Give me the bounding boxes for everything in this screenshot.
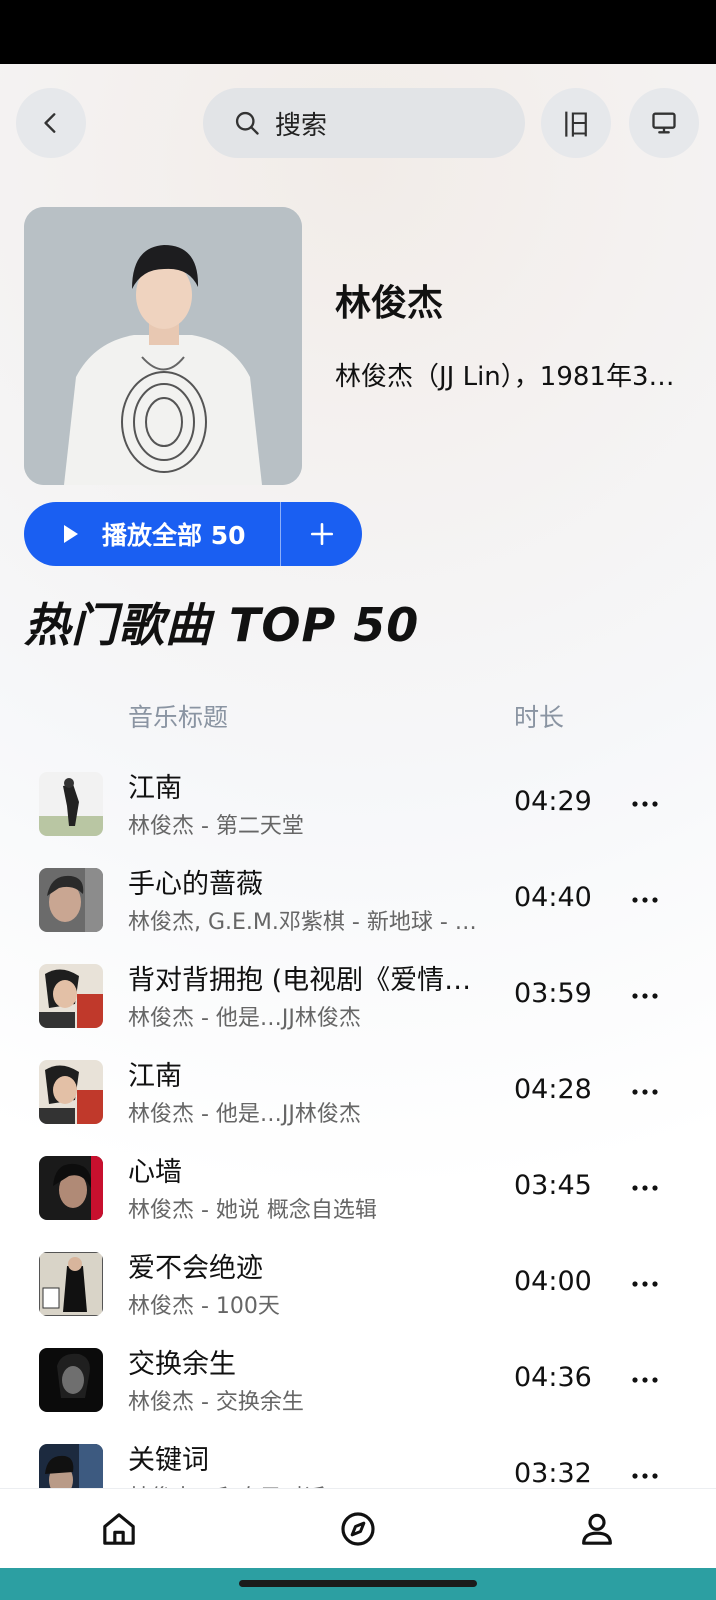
display-mode-button[interactable]	[629, 88, 699, 158]
section-title: 热门歌曲 TOP 50	[24, 598, 420, 652]
song-more-button[interactable]	[628, 1072, 662, 1112]
song-more-button[interactable]	[628, 1456, 662, 1488]
monitor-icon	[652, 112, 676, 134]
song-row[interactable]: 背对背拥抱 (电视剧《爱情… 林俊杰 - 他是…JJ林俊杰 03:59	[0, 948, 716, 1044]
more-horizontal-icon	[632, 1377, 658, 1383]
song-duration: 03:32	[514, 1458, 592, 1488]
album-cover-image	[39, 868, 103, 932]
artist-portrait-image	[24, 207, 302, 485]
nav-home-button[interactable]	[97, 1507, 141, 1551]
song-cover	[39, 772, 103, 836]
album-cover-image	[39, 1444, 103, 1488]
status-bar	[0, 0, 716, 64]
add-to-playlist-button[interactable]	[281, 502, 362, 566]
artist-photo	[24, 207, 302, 485]
song-cover	[39, 964, 103, 1028]
song-row[interactable]: 爱不会绝迹 林俊杰 - 100天 04:00	[0, 1236, 716, 1332]
song-duration: 04:36	[514, 1362, 592, 1393]
album-cover-image	[39, 964, 103, 1028]
lyrics-icon: 旧	[561, 108, 590, 141]
back-button[interactable]	[16, 88, 86, 158]
more-horizontal-icon	[632, 993, 658, 999]
user-icon	[582, 1513, 612, 1545]
song-row[interactable]: 手心的蔷薇 林俊杰, G.E.M.邓紫棋 - 新地球 - 人 (Special …	[0, 852, 716, 948]
song-more-button[interactable]	[628, 1264, 662, 1304]
more-horizontal-icon	[632, 801, 658, 807]
song-more-button[interactable]	[628, 784, 662, 824]
home-icon	[103, 1513, 135, 1545]
song-title: 江南	[128, 773, 182, 804]
song-row[interactable]: 江南 林俊杰 - 他是…JJ林俊杰 04:28	[0, 1044, 716, 1140]
song-title: 江南	[128, 1061, 182, 1092]
play-all-button-group: 播放全部 50	[24, 502, 362, 566]
song-artist-album: 林俊杰 - 和自己对话 From M.E. to Myself	[128, 1480, 480, 1488]
artist-page: 搜索 旧 林俊杰 林俊杰（JJ Lin），1981年3月27日出生于新加坡	[0, 64, 716, 1488]
artist-description[interactable]: 林俊杰（JJ Lin），1981年3月27日出生于新加坡	[335, 356, 675, 393]
song-more-button[interactable]	[628, 1360, 662, 1400]
song-duration: 04:28	[514, 1074, 592, 1105]
home-indicator[interactable]	[239, 1580, 477, 1587]
more-horizontal-icon	[632, 1185, 658, 1191]
search-placeholder: 搜索	[275, 110, 328, 141]
song-title: 爱不会绝迹	[128, 1253, 263, 1284]
album-cover-image	[39, 1252, 103, 1316]
plus-icon	[310, 522, 333, 546]
song-artist-album: 林俊杰 - 100天	[128, 1294, 280, 1319]
album-cover-image	[39, 1060, 103, 1124]
play-all-button[interactable]: 播放全部 50	[24, 502, 280, 566]
song-title: 交换余生	[128, 1349, 236, 1380]
play-all-label: 播放全部 50	[102, 521, 246, 550]
album-cover-image	[39, 1348, 103, 1412]
chevron-left-icon	[44, 113, 56, 133]
artist-name: 林俊杰	[335, 283, 444, 324]
song-title: 手心的蔷薇	[128, 869, 263, 900]
song-cover	[39, 1348, 103, 1412]
song-row[interactable]: 心墙 林俊杰 - 她说 概念自选辑 03:45	[0, 1140, 716, 1236]
nav-profile-button[interactable]	[575, 1507, 619, 1551]
search-icon	[235, 111, 259, 135]
song-artist-album: 林俊杰, G.E.M.邓紫棋 - 新地球 - 人 (Special Editio…	[128, 910, 480, 935]
song-artist-album: 林俊杰 - 他是…JJ林俊杰	[128, 1006, 361, 1031]
song-title: 背对背拥抱 (电视剧《爱情…	[128, 965, 472, 996]
song-duration: 04:40	[514, 882, 592, 913]
more-horizontal-icon	[632, 1089, 658, 1095]
song-artist-album: 林俊杰 - 他是…JJ林俊杰	[128, 1102, 361, 1127]
column-header-title: 音乐标题	[128, 703, 229, 732]
song-duration: 03:45	[514, 1170, 592, 1201]
song-row[interactable]: 关键词 林俊杰 - 和自己对话 From M.E. to Myself 03:3…	[0, 1428, 716, 1488]
nav-discover-button[interactable]	[336, 1507, 380, 1551]
column-header-duration: 时长	[514, 703, 565, 732]
more-horizontal-icon	[632, 897, 658, 903]
song-title: 心墙	[128, 1157, 182, 1188]
more-horizontal-icon	[632, 1281, 658, 1287]
compass-icon	[341, 1512, 375, 1546]
song-cover	[39, 1060, 103, 1124]
song-cover	[39, 1444, 103, 1488]
song-row[interactable]: 交换余生 林俊杰 - 交换余生 04:36	[0, 1332, 716, 1428]
song-duration: 04:00	[514, 1266, 592, 1297]
more-horizontal-icon	[632, 1473, 658, 1479]
song-more-button[interactable]	[628, 976, 662, 1016]
song-artist-album: 林俊杰 - 交换余生	[128, 1390, 304, 1415]
song-duration: 04:29	[514, 786, 592, 817]
song-more-button[interactable]	[628, 1168, 662, 1208]
song-cover	[39, 1156, 103, 1220]
album-cover-image	[39, 772, 103, 836]
search-input[interactable]: 搜索	[203, 88, 525, 158]
song-duration: 03:59	[514, 978, 592, 1009]
song-artist-album: 林俊杰 - 第二天堂	[128, 814, 304, 839]
song-artist-album: 林俊杰 - 她说 概念自选辑	[128, 1198, 377, 1223]
song-row[interactable]: 江南 林俊杰 - 第二天堂 04:29	[0, 756, 716, 852]
gesture-bar-area	[0, 1568, 716, 1600]
album-cover-image	[39, 1156, 103, 1220]
lyrics-toggle-button[interactable]: 旧	[541, 88, 611, 158]
bottom-navigation	[0, 1488, 716, 1569]
song-more-button[interactable]	[628, 880, 662, 920]
song-title: 关键词	[128, 1445, 209, 1476]
song-cover	[39, 868, 103, 932]
song-cover	[39, 1252, 103, 1316]
play-icon	[64, 525, 78, 543]
